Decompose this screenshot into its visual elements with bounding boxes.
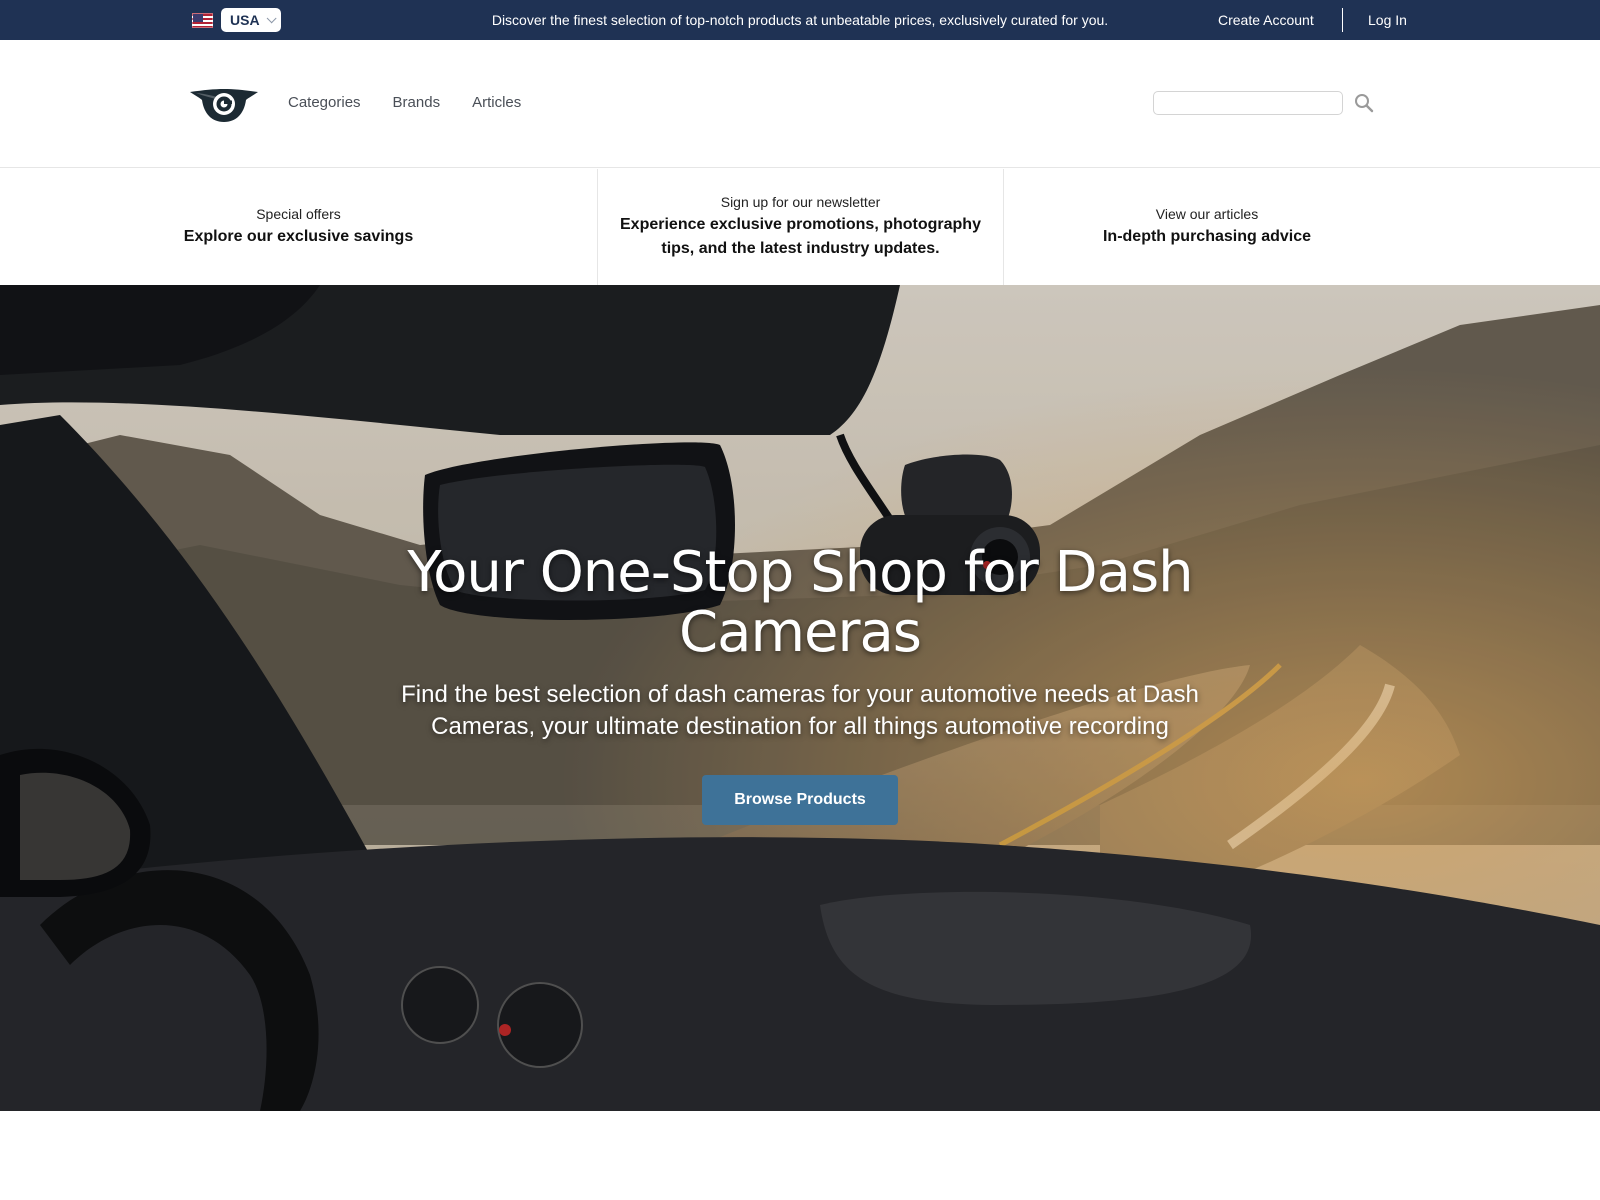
promo-kicker: Sign up for our newsletter — [720, 193, 881, 210]
hero-content: Your One-Stop Shop for Dash Cameras Find… — [400, 543, 1200, 825]
hero-title: Your One-Stop Shop for Dash Cameras — [407, 540, 1193, 665]
promo-kicker: View our articles — [1155, 205, 1259, 222]
search-button[interactable] — [1353, 92, 1375, 114]
hero-subtitle: Find the best selection of dash cameras … — [401, 681, 1199, 740]
country-select-value: USA — [230, 12, 260, 28]
announcement-text: Discover the finest selection of top-not… — [491, 12, 1109, 28]
search-icon — [1355, 94, 1374, 113]
country-select[interactable]: USA — [221, 8, 281, 32]
us-flag-icon — [192, 12, 213, 28]
promo-newsletter[interactable]: Sign up for our newsletter Experience ex… — [597, 169, 1004, 285]
hero-banner: Your One-Stop Shop for Dash Cameras Find… — [0, 285, 1600, 1111]
nav-item-brands[interactable]: Brands — [393, 94, 441, 111]
browse-products-button[interactable]: Browse Products — [702, 775, 898, 825]
promo-headline: In-depth purchasing advice — [1102, 227, 1312, 245]
promo-special-offers[interactable]: Special offers Explore our exclusive sav… — [0, 169, 597, 285]
promo-headline: Explore our exclusive savings — [183, 227, 414, 245]
nav-item-categories[interactable]: Categories — [288, 94, 361, 111]
locale-selector[interactable]: USA — [192, 8, 281, 32]
chevron-down-icon — [266, 12, 277, 23]
nav-item-articles[interactable]: Articles — [472, 94, 521, 111]
winged-eye-logo[interactable] — [190, 84, 258, 124]
promo-articles[interactable]: View our articles In-depth purchasing ad… — [1004, 169, 1410, 285]
main-nav: Categories Brands Articles — [288, 94, 521, 111]
log-in-link[interactable]: Log In — [1368, 0, 1407, 40]
divider — [1342, 8, 1343, 32]
promo-kicker: Special offers — [256, 205, 341, 222]
create-account-link[interactable]: Create Account — [1218, 0, 1314, 40]
site-header: Categories Brands Articles — [0, 40, 1600, 168]
announcement-bar: USA Discover the finest selection of top… — [0, 0, 1600, 40]
search-input[interactable] — [1153, 91, 1343, 115]
promo-strip: Special offers Explore our exclusive sav… — [0, 169, 1600, 285]
promo-headline: Experience exclusive promotions, photogr… — [620, 215, 981, 257]
